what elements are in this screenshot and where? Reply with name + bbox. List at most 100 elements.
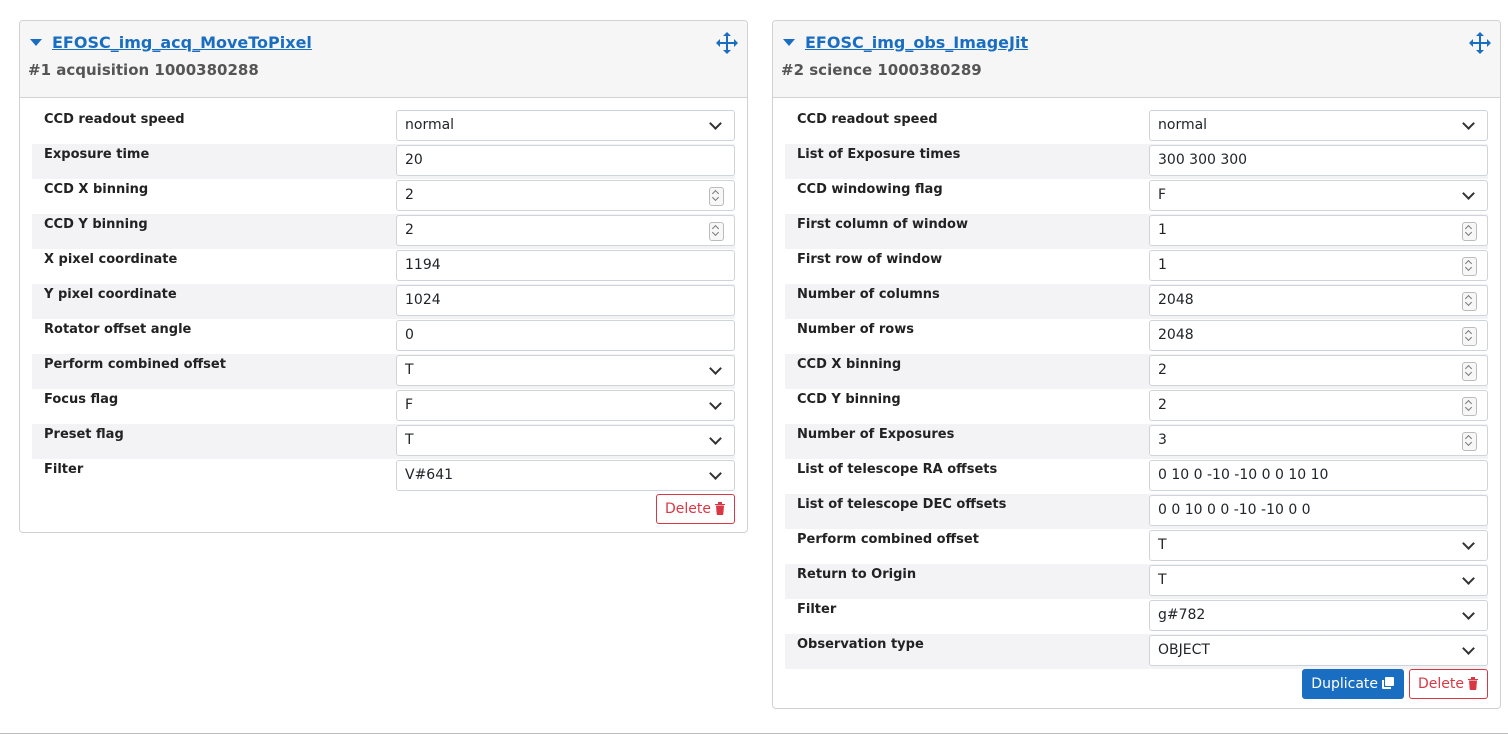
param-row: Filter g#782 [785, 599, 1488, 634]
param-label: List of telescope RA offsets [797, 462, 998, 477]
param-row: Number of rows 2048 [785, 319, 1488, 354]
duplicate-label: Duplicate [1311, 676, 1378, 692]
param-select[interactable]: T [1149, 565, 1488, 596]
param-list: CCD readout speed normal List of Exposure … [785, 109, 1488, 703]
caret-down-icon[interactable] [30, 39, 42, 46]
param-label: Number of Exposures [797, 427, 955, 442]
template-type-id: acquisition 1000380288 [56, 61, 259, 79]
param-row: CCD X binning 2 [32, 179, 735, 214]
param-row: Exposure time 20 [32, 144, 735, 179]
param-select[interactable]: F [1149, 180, 1488, 211]
param-number-input[interactable]: 1 [1149, 250, 1488, 281]
param-row: Number of columns 2048 [785, 284, 1488, 319]
param-text-input[interactable]: 1024 [396, 285, 735, 316]
param-select[interactable]: T [396, 355, 735, 386]
param-number-input[interactable]: 2 [396, 180, 735, 211]
spinner-arrows-icon[interactable] [1462, 292, 1477, 311]
chevron-down-icon [1462, 537, 1475, 550]
move-arrows-icon[interactable] [715, 31, 739, 55]
param-number-input[interactable]: 2 [1149, 355, 1488, 386]
param-row: Focus flag F [32, 389, 735, 424]
param-value: 2 [405, 222, 414, 238]
param-label: CCD readout speed [44, 112, 185, 127]
chevron-down-icon [1462, 187, 1475, 200]
delete-button[interactable]: Delete [1409, 669, 1488, 699]
chevron-down-icon [709, 432, 722, 445]
param-row: List of telescope DEC offsets 0 0 10 0 0 … [785, 494, 1488, 529]
spinner-arrows-icon[interactable] [709, 222, 724, 241]
param-value: 0 0 10 0 0 -10 -10 0 0 [1158, 502, 1311, 518]
param-label: Filter [797, 602, 837, 617]
spinner-arrows-icon[interactable] [1462, 432, 1477, 451]
param-label: CCD X binning [44, 182, 149, 197]
chevron-down-icon [709, 117, 722, 130]
param-number-input[interactable]: 1 [1149, 215, 1488, 246]
param-row: Perform combined offset T [785, 529, 1488, 564]
param-value: 2048 [1158, 292, 1194, 308]
duplicate-button[interactable]: Duplicate [1302, 669, 1404, 699]
spinner-arrows-icon[interactable] [1462, 362, 1477, 381]
spinner-arrows-icon[interactable] [1462, 397, 1477, 416]
param-label: Filter [44, 462, 84, 477]
spinner-arrows-icon[interactable] [1462, 257, 1477, 276]
param-label: Return to Origin [797, 567, 917, 582]
param-value: T [405, 362, 414, 378]
param-text-input[interactable]: 20 [396, 145, 735, 176]
param-select[interactable]: normal [396, 110, 735, 141]
spinner-arrows-icon[interactable] [1462, 222, 1477, 241]
param-value: 2 [405, 187, 414, 203]
param-number-input[interactable]: 2048 [1149, 320, 1488, 351]
param-select[interactable]: F [396, 390, 735, 421]
param-label: Preset flag [44, 427, 124, 442]
param-number-input[interactable]: 3 [1149, 425, 1488, 456]
param-number-input[interactable]: 2 [396, 215, 735, 246]
spinner-arrows-icon[interactable] [1462, 327, 1477, 346]
param-value: 0 [405, 327, 414, 343]
param-label: Observation type [797, 637, 924, 652]
template-index: #2 [781, 61, 805, 79]
param-row: Observation type OBJECT [785, 634, 1488, 669]
param-row: Number of Exposures 3 [785, 424, 1488, 459]
param-row: CCD readout speed normal [32, 109, 735, 144]
param-number-input[interactable]: 2048 [1149, 285, 1488, 316]
template-name-link[interactable]: EFOSC_img_obs_ImageJit [805, 33, 1028, 52]
param-select[interactable]: T [1149, 530, 1488, 561]
param-text-input[interactable]: 0 0 10 0 0 -10 -10 0 0 [1149, 495, 1488, 526]
param-row: CCD X binning 2 [785, 354, 1488, 389]
chevron-down-icon [709, 467, 722, 480]
param-row: First row of window 1 [785, 249, 1488, 284]
param-text-input[interactable]: 0 [396, 320, 735, 351]
spinner-arrows-icon[interactable] [709, 187, 724, 206]
param-select[interactable]: V#641 [396, 460, 735, 491]
param-value: 1024 [405, 292, 441, 308]
param-row: Y pixel coordinate 1024 [32, 284, 735, 319]
param-value: T [1158, 572, 1167, 588]
param-text-input[interactable]: 300 300 300 [1149, 145, 1488, 176]
param-select[interactable]: g#782 [1149, 600, 1488, 631]
param-select[interactable]: OBJECT [1149, 635, 1488, 666]
param-number-input[interactable]: 2 [1149, 390, 1488, 421]
delete-button[interactable]: Delete [656, 494, 735, 524]
param-text-input[interactable]: 1194 [396, 250, 735, 281]
param-value: normal [405, 117, 455, 133]
param-label: CCD Y binning [797, 392, 901, 407]
move-arrows-icon[interactable] [1468, 31, 1492, 55]
param-row: CCD Y binning 2 [785, 389, 1488, 424]
param-value: 2048 [1158, 327, 1194, 343]
param-label: X pixel coordinate [44, 252, 178, 267]
param-row: CCD windowing flag F [785, 179, 1488, 214]
param-label: CCD Y binning [44, 217, 148, 232]
template-name-link[interactable]: EFOSC_img_acq_MoveToPixel [52, 33, 312, 52]
param-select[interactable]: normal [1149, 110, 1488, 141]
chevron-down-icon [1462, 117, 1475, 130]
param-label: Focus flag [44, 392, 119, 407]
param-row: List of telescope RA offsets 0 10 0 -10 -… [785, 459, 1488, 494]
param-select[interactable]: T [396, 425, 735, 456]
param-label: First row of window [797, 252, 943, 267]
param-text-input[interactable]: 0 10 0 -10 -10 0 0 10 10 [1149, 460, 1488, 491]
param-value: T [1158, 537, 1167, 553]
param-label: Number of rows [797, 322, 914, 337]
caret-down-icon[interactable] [783, 39, 795, 46]
param-label: Exposure time [44, 147, 150, 162]
param-value: OBJECT [1158, 642, 1210, 658]
